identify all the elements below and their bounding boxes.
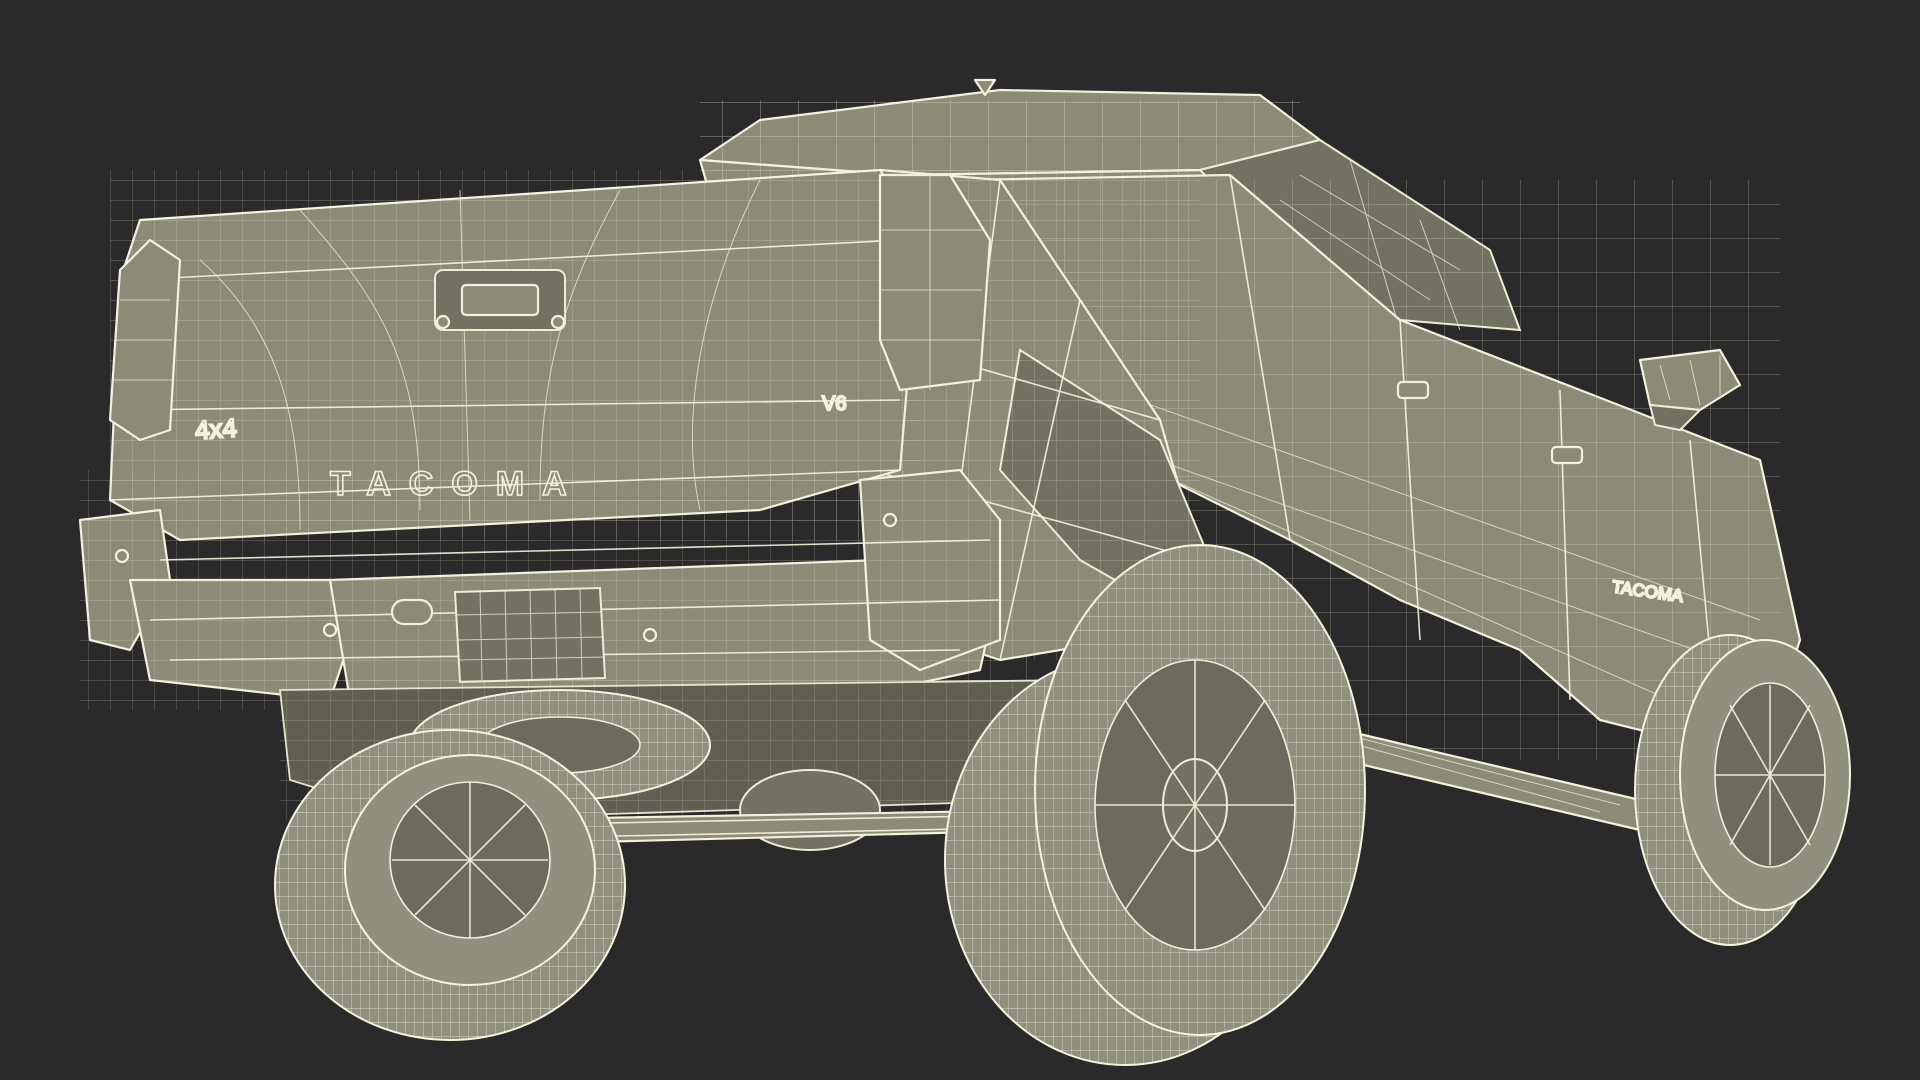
tailgate-handle	[434, 269, 566, 331]
hitch-light	[390, 598, 434, 626]
rear-left-wheel	[274, 729, 626, 1041]
engine-badge: V6	[822, 393, 846, 415]
front-wheel	[1634, 634, 1851, 946]
rear-door-handle	[1396, 380, 1430, 400]
wireframe-truck-render: TACOMA TACOMA 4x4 V6	[78, 78, 1851, 1066]
left-tail-light	[108, 238, 182, 442]
front-door-handle	[1550, 445, 1584, 465]
rear-bumper	[78, 468, 1002, 710]
drive-badge: 4x4	[194, 413, 238, 446]
license-plate	[453, 586, 607, 684]
